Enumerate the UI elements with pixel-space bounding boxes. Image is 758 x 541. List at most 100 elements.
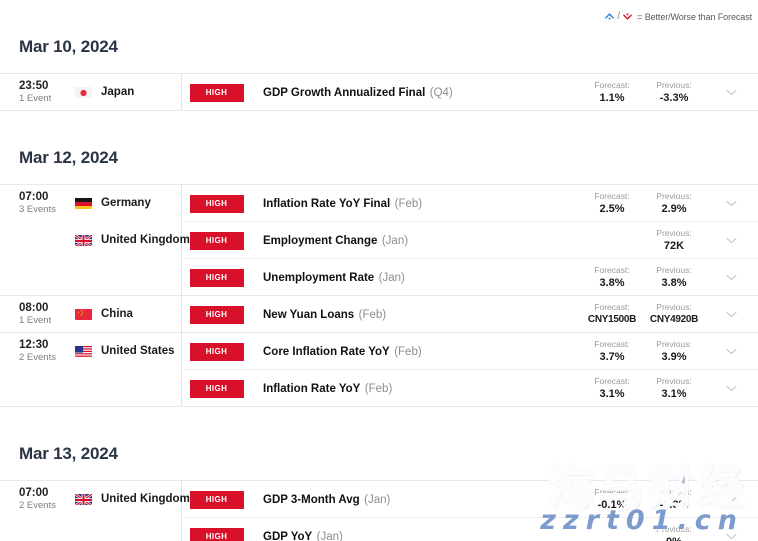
previous-cell: Previous: 2.9% bbox=[643, 184, 705, 222]
event-title-cell[interactable]: Employment Change (Jan) bbox=[263, 221, 581, 259]
importance-cell: HIGH bbox=[181, 184, 263, 222]
date-heading-2: Mar 13, 2024 bbox=[19, 444, 118, 463]
previous-cell: Previous: 3.1% bbox=[643, 369, 705, 407]
event-period: (Feb) bbox=[394, 346, 422, 358]
time-cell: 08:00 1 Event bbox=[0, 295, 62, 333]
event-period: (Jan) bbox=[316, 531, 343, 541]
event-title: GDP 3-Month Avg bbox=[263, 494, 360, 506]
previous-label: Previous: bbox=[656, 301, 692, 312]
event-title-cell[interactable]: GDP 3-Month Avg (Jan) bbox=[263, 480, 581, 518]
table-row[interactable]: 07:00 2 Events United Kingdom HIGH GDP 3… bbox=[0, 480, 758, 518]
expand-cell[interactable] bbox=[705, 480, 758, 518]
chevron-down-icon[interactable] bbox=[726, 268, 737, 286]
forecast-cell bbox=[581, 221, 643, 259]
chevron-down-icon[interactable] bbox=[726, 342, 737, 360]
importance-badge[interactable]: HIGH bbox=[189, 380, 244, 398]
event-period: (Jan) bbox=[364, 494, 391, 506]
events-table-day-0: 23:50 1 Event Japan HIGH GDP Growth Annu… bbox=[0, 73, 758, 111]
previous-label: Previous: bbox=[656, 338, 692, 349]
legend-text: = Better/Worse than Forecast bbox=[637, 11, 752, 22]
previous-label: Previous: bbox=[656, 79, 692, 90]
table-row[interactable]: 08:00 1 Event China HIGH New Yuan Loans … bbox=[0, 295, 758, 333]
previous-label: Previous: bbox=[656, 523, 692, 534]
previous-label: Previous: bbox=[656, 486, 692, 497]
flag-uk-icon bbox=[75, 234, 92, 246]
forecast-cell: Forecast: 3.8% bbox=[581, 258, 643, 296]
country-cell: United States bbox=[62, 332, 182, 370]
event-count: 1 Event bbox=[19, 93, 52, 104]
expand-cell[interactable] bbox=[705, 295, 758, 333]
importance-badge[interactable]: HIGH bbox=[189, 528, 244, 541]
table-row[interactable]: 12:30 2 Events United States HIGH Core I… bbox=[0, 332, 758, 370]
previous-cell: Previous: -3.3% bbox=[643, 73, 705, 111]
chevron-down-icon[interactable] bbox=[726, 83, 737, 101]
chevron-down-icon[interactable] bbox=[726, 305, 737, 323]
event-title-cell[interactable]: Unemployment Rate (Jan) bbox=[263, 258, 581, 296]
table-row[interactable]: HIGH Inflation Rate YoY (Feb) Forecast: … bbox=[0, 369, 758, 407]
event-title-cell[interactable]: Inflation Rate YoY Final (Feb) bbox=[263, 184, 581, 222]
forecast-value: CNY1500B bbox=[587, 313, 637, 325]
event-title-cell[interactable]: Core Inflation Rate YoY (Feb) bbox=[263, 332, 581, 370]
importance-badge[interactable]: HIGH bbox=[189, 269, 244, 287]
expand-cell[interactable] bbox=[705, 184, 758, 222]
table-row[interactable]: United Kingdom HIGH Employment Change (J… bbox=[0, 221, 758, 259]
importance-cell: HIGH bbox=[181, 517, 263, 541]
expand-cell[interactable] bbox=[705, 73, 758, 111]
chevron-down-icon[interactable] bbox=[726, 490, 737, 508]
event-title-cell[interactable]: Inflation Rate YoY (Feb) bbox=[263, 369, 581, 407]
importance-badge[interactable]: HIGH bbox=[189, 306, 244, 324]
table-row[interactable]: 23:50 1 Event Japan HIGH GDP Growth Annu… bbox=[0, 73, 758, 111]
events-table-day-1: 07:00 3 Events Germany HIGH Inflation Ra… bbox=[0, 184, 758, 407]
expand-cell[interactable] bbox=[705, 332, 758, 370]
previous-cell: Previous: 0% bbox=[643, 517, 705, 541]
event-title-cell[interactable]: GDP Growth Annualized Final (Q4) bbox=[263, 73, 581, 111]
event-title-cell[interactable]: GDP YoY (Jan) bbox=[263, 517, 581, 541]
importance-cell: HIGH bbox=[181, 295, 263, 333]
event-period: (Jan) bbox=[378, 272, 405, 284]
country-cell: United Kingdom bbox=[62, 480, 190, 518]
importance-badge[interactable]: HIGH bbox=[189, 343, 244, 361]
forecast-cell: Forecast: -0.1% bbox=[581, 480, 643, 518]
forecast-value: 3.7% bbox=[599, 350, 625, 363]
flag-germany-icon bbox=[75, 197, 92, 210]
previous-cell: Previous: -0.3% bbox=[643, 480, 705, 518]
forecast-value: 3.1% bbox=[599, 387, 625, 400]
previous-value: 72K bbox=[663, 239, 685, 252]
date-heading-1: Mar 12, 2024 bbox=[19, 148, 118, 167]
importance-badge[interactable]: HIGH bbox=[189, 232, 244, 250]
importance-badge[interactable]: HIGH bbox=[189, 491, 244, 509]
time-cell-empty bbox=[0, 369, 62, 407]
time-cell-empty bbox=[0, 518, 62, 541]
forecast-cell: Forecast: 3.1% bbox=[581, 369, 643, 407]
expand-cell[interactable] bbox=[705, 517, 758, 541]
forecast-cell: Forecast: 2.5% bbox=[581, 184, 643, 222]
previous-value: 0% bbox=[643, 535, 705, 541]
country-name: China bbox=[101, 308, 133, 320]
event-title: GDP Growth Annualized Final bbox=[263, 87, 426, 99]
expand-cell[interactable] bbox=[705, 258, 758, 296]
previous-value: 2.9% bbox=[661, 202, 687, 215]
flag-usa-icon bbox=[75, 345, 92, 358]
country-name: Germany bbox=[101, 197, 151, 210]
importance-badge[interactable]: HIGH bbox=[189, 195, 244, 213]
table-row[interactable]: HIGH Unemployment Rate (Jan) Forecast: 3… bbox=[0, 258, 758, 296]
table-row[interactable]: HIGH GDP YoY (Jan) Previous: 0% bbox=[0, 517, 758, 541]
chevron-down-icon[interactable] bbox=[726, 194, 737, 212]
event-title: Inflation Rate YoY Final bbox=[263, 198, 391, 210]
expand-cell[interactable] bbox=[705, 221, 758, 259]
economic-calendar-page: / = Better/Worse than Forecast Mar 10, 2… bbox=[0, 0, 758, 541]
event-count: 2 Events bbox=[19, 352, 56, 364]
legend-separator: / bbox=[617, 11, 621, 22]
chevron-down-icon bbox=[623, 12, 632, 21]
flag-china-icon bbox=[75, 308, 92, 320]
chevron-down-icon[interactable] bbox=[726, 379, 737, 397]
importance-cell: HIGH bbox=[181, 73, 263, 111]
table-row[interactable]: 07:00 3 Events Germany HIGH Inflation Ra… bbox=[0, 184, 758, 222]
expand-cell[interactable] bbox=[705, 369, 758, 407]
chevron-down-icon[interactable] bbox=[726, 527, 737, 541]
importance-cell: HIGH bbox=[181, 221, 263, 259]
chevron-down-icon[interactable] bbox=[726, 231, 737, 249]
importance-badge[interactable]: HIGH bbox=[189, 84, 244, 102]
event-title-cell[interactable]: New Yuan Loans (Feb) bbox=[263, 295, 581, 333]
event-title: Employment Change bbox=[263, 235, 378, 247]
